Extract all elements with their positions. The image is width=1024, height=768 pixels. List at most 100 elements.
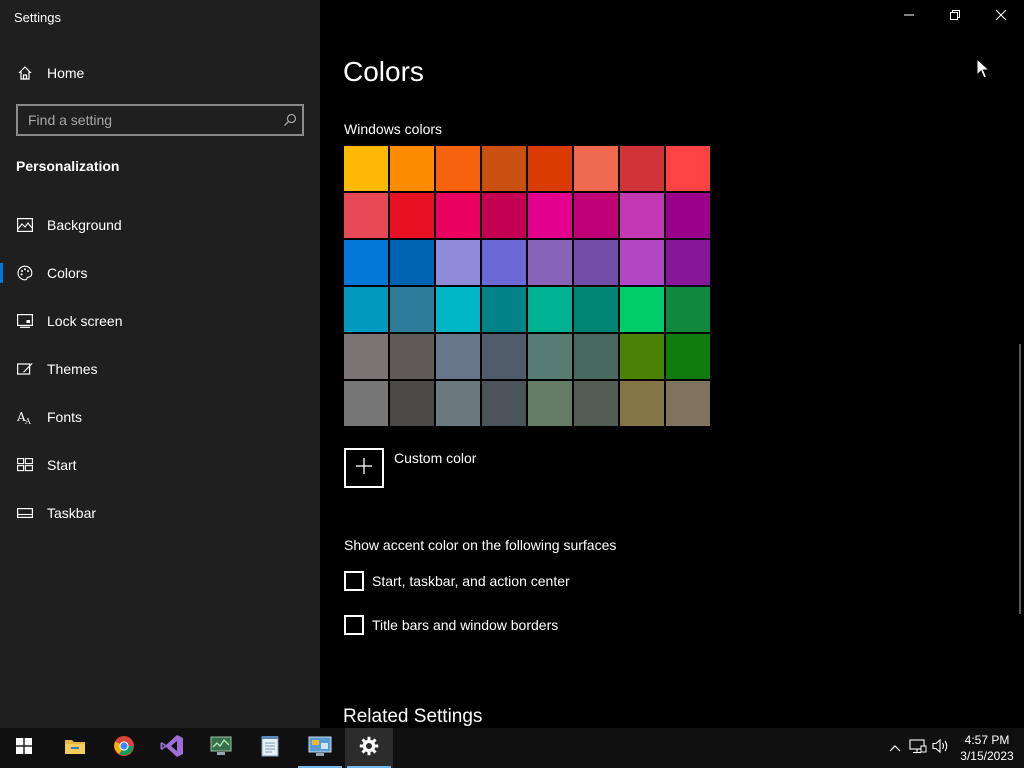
color-swatch[interactable] [344, 146, 388, 191]
accent-surfaces-label: Show accent color on the following surfa… [344, 537, 617, 553]
color-swatch[interactable] [666, 287, 710, 332]
home-nav-item[interactable]: Home [0, 53, 320, 93]
sidebar-item-themes[interactable]: Themes [0, 349, 320, 389]
color-swatch[interactable] [390, 193, 434, 238]
custom-color-label[interactable]: Custom color [394, 450, 476, 466]
taskbar: 4:57 PM 3/15/2023 [0, 728, 1024, 768]
color-swatch[interactable] [344, 381, 388, 426]
color-swatch[interactable] [390, 146, 434, 191]
restore-button[interactable] [932, 0, 978, 32]
color-swatch[interactable] [436, 146, 480, 191]
taskbar-task-manager[interactable] [197, 728, 245, 768]
volume-tray-button[interactable] [930, 728, 952, 768]
color-swatch[interactable] [666, 240, 710, 285]
color-swatch[interactable] [528, 193, 572, 238]
checkbox-box[interactable] [344, 571, 364, 591]
close-button[interactable] [978, 0, 1024, 32]
color-swatch[interactable] [436, 240, 480, 285]
color-swatch[interactable] [390, 287, 434, 332]
sidebar-item-colors[interactable]: Colors [0, 253, 320, 293]
color-swatch[interactable] [482, 381, 526, 426]
color-swatch[interactable] [574, 287, 618, 332]
start-icon [16, 456, 34, 474]
color-swatch[interactable] [436, 381, 480, 426]
color-swatch[interactable] [620, 240, 664, 285]
color-swatch[interactable] [574, 193, 618, 238]
color-swatch[interactable] [390, 334, 434, 379]
color-swatch[interactable] [528, 334, 572, 379]
checkbox-start-taskbar[interactable]: Start, taskbar, and action center [344, 571, 570, 591]
sidebar-item-label: Themes [47, 361, 98, 377]
sidebar-item-lock-screen[interactable]: Lock screen [0, 301, 320, 341]
color-swatch[interactable] [344, 287, 388, 332]
color-swatch[interactable] [390, 240, 434, 285]
color-swatch[interactable] [620, 381, 664, 426]
taskbar-notepad[interactable] [246, 728, 294, 768]
color-swatch[interactable] [344, 240, 388, 285]
color-swatch[interactable] [482, 240, 526, 285]
color-swatch[interactable] [344, 193, 388, 238]
minimize-button[interactable] [886, 0, 932, 32]
close-icon [995, 7, 1007, 25]
sidebar-item-label: Lock screen [47, 313, 123, 329]
sidebar-item-fonts[interactable]: AA Fonts [0, 397, 320, 437]
chrome-icon [113, 735, 135, 762]
color-swatch[interactable] [482, 193, 526, 238]
color-swatch[interactable] [344, 334, 388, 379]
color-swatch[interactable] [482, 287, 526, 332]
fonts-icon: AA [16, 408, 34, 426]
color-swatch[interactable] [574, 334, 618, 379]
custom-color-button[interactable] [344, 448, 384, 488]
scrollbar[interactable] [1019, 344, 1021, 614]
color-swatch[interactable] [666, 193, 710, 238]
color-swatch[interactable] [528, 146, 572, 191]
color-swatch[interactable] [574, 146, 618, 191]
color-swatch[interactable] [528, 287, 572, 332]
color-swatch[interactable] [482, 334, 526, 379]
search-input[interactable] [18, 106, 278, 134]
clock-date: 3/15/2023 [960, 749, 1014, 763]
color-swatch[interactable] [620, 146, 664, 191]
color-swatch[interactable] [666, 381, 710, 426]
minimize-icon [904, 7, 914, 25]
color-swatch[interactable] [528, 240, 572, 285]
sidebar-item-start[interactable]: Start [0, 445, 320, 485]
sidebar-item-taskbar[interactable]: Taskbar [0, 493, 320, 533]
color-swatch[interactable] [436, 193, 480, 238]
clock-time: 4:57 PM [964, 733, 1010, 747]
color-swatch-grid [344, 146, 710, 426]
color-swatch[interactable] [482, 146, 526, 191]
taskbar-settings[interactable] [345, 728, 393, 768]
taskbar-icon [16, 504, 34, 522]
show-hidden-icons-button[interactable] [884, 728, 906, 768]
color-swatch[interactable] [390, 381, 434, 426]
color-swatch[interactable] [436, 287, 480, 332]
color-swatch[interactable] [620, 287, 664, 332]
section-title: Personalization [16, 158, 120, 174]
sidebar-item-label: Start [47, 457, 77, 473]
network-tray-button[interactable] [907, 728, 929, 768]
color-swatch[interactable] [666, 146, 710, 191]
color-swatch[interactable] [528, 381, 572, 426]
checkbox-box[interactable] [344, 615, 364, 635]
home-label: Home [47, 65, 85, 81]
taskbar-chrome[interactable] [100, 728, 148, 768]
color-swatch[interactable] [620, 334, 664, 379]
remote-desktop-icon [308, 735, 332, 762]
sidebar-item-label: Background [47, 217, 122, 233]
taskbar-file-explorer[interactable] [51, 728, 99, 768]
search-icon[interactable] [278, 113, 302, 127]
checkbox-title-bars[interactable]: Title bars and window borders [344, 615, 558, 635]
taskbar-remote-desktop[interactable] [296, 728, 344, 768]
sidebar-item-label: Colors [47, 265, 88, 281]
taskbar-visual-studio[interactable] [148, 728, 196, 768]
color-swatch[interactable] [620, 193, 664, 238]
color-swatch[interactable] [666, 334, 710, 379]
color-swatch[interactable] [574, 381, 618, 426]
taskbar-clock[interactable]: 4:57 PM 3/15/2023 [958, 732, 1016, 764]
sidebar-item-background[interactable]: Background [0, 205, 320, 245]
app-title: Settings [14, 10, 61, 25]
color-swatch[interactable] [436, 334, 480, 379]
start-button[interactable] [0, 728, 48, 768]
color-swatch[interactable] [574, 240, 618, 285]
